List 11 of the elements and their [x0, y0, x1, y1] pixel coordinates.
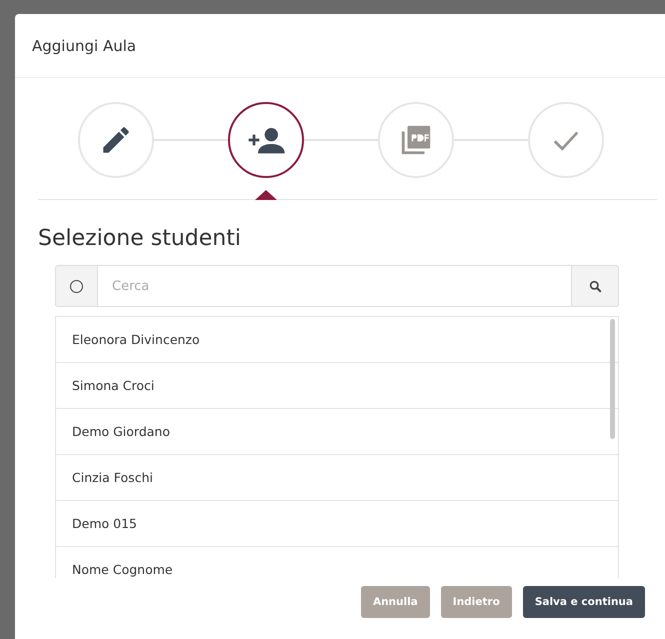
- student-list-item[interactable]: Demo 015: [56, 501, 618, 547]
- select-all-radio[interactable]: [70, 280, 83, 292]
- dialog-title: Aggiungi Aula: [32, 36, 136, 54]
- scrollbar-thumb[interactable]: [610, 319, 615, 439]
- pdf-file-icon: [399, 123, 433, 157]
- section-heading: Selezione studenti: [38, 226, 242, 251]
- search-icon: [588, 280, 602, 292]
- search-button[interactable]: [571, 265, 619, 307]
- footer-button[interactable]: Salva e continua: [522, 586, 645, 618]
- search-field[interactable]: Cerca: [98, 265, 571, 307]
- student-list-item[interactable]: Cinzia Foschi: [56, 455, 618, 501]
